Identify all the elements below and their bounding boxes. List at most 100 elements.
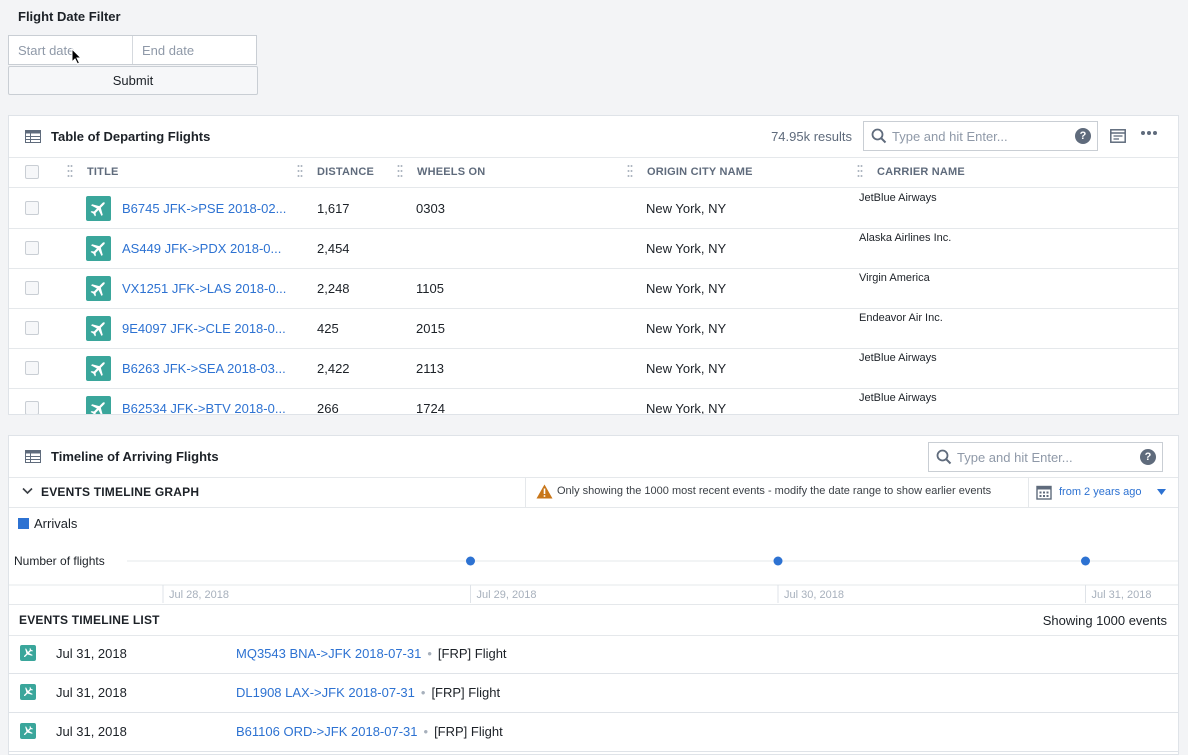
column-header-origin-city[interactable]: ORIGIN CITY NAME — [647, 166, 753, 178]
event-title[interactable]: B61106 ORD->JFK 2018-07-31 — [236, 724, 418, 739]
carrier-cell: Endeavor Air Inc. — [859, 312, 943, 324]
list-item[interactable]: Jul 31, 2018 MQ3543 BNA->JFK 2018-07-31 •… — [9, 635, 1178, 674]
table-row[interactable]: B6745 JFK->PSE 2018-02... 1,617 0303 New… — [9, 188, 1178, 229]
columns-icon[interactable] — [1110, 129, 1126, 143]
airplane-icon — [86, 316, 111, 341]
origin-city-cell: New York, NY — [646, 361, 727, 376]
events-count: Showing 1000 events — [1042, 613, 1167, 628]
airplane-icon — [86, 196, 111, 221]
wheels-on-cell: 2113 — [416, 361, 444, 376]
carrier-cell: JetBlue Airways — [859, 192, 937, 204]
airplane-icon — [86, 356, 111, 381]
legend-swatch — [18, 518, 29, 529]
search-icon — [871, 128, 887, 144]
event-title-link[interactable]: MQ3543 BNA->JFK 2018-07-31 • [FRP] Flight — [236, 646, 507, 661]
flight-title-link[interactable]: B62534 JFK->BTV 2018-0... — [122, 401, 286, 414]
carrier-cell: JetBlue Airways — [859, 392, 937, 404]
flight-title-link[interactable]: B6745 JFK->PSE 2018-02... — [122, 201, 286, 216]
list-item[interactable]: Jul 31, 2018 B61106 ORD->JFK 2018-07-31 •… — [9, 713, 1178, 752]
table-row[interactable]: 9E4097 JFK->CLE 2018-0... 425 2015 New Y… — [9, 308, 1178, 349]
date-range-inputs — [8, 35, 257, 65]
column-header-title[interactable]: TITLE — [87, 166, 119, 178]
departing-search-input[interactable] — [892, 122, 1065, 150]
row-checkbox[interactable] — [25, 281, 39, 295]
departing-search: ? — [863, 121, 1098, 151]
date-range-label[interactable]: from 2 years ago — [1059, 486, 1142, 498]
drag-handle-icon[interactable] — [397, 164, 403, 178]
events-list-title: EVENTS TIMELINE LIST — [19, 613, 160, 627]
airplane-icon — [20, 723, 36, 739]
timeline-point[interactable] — [773, 556, 783, 566]
event-type: [FRP] Flight — [437, 646, 507, 661]
distance-cell: 425 — [317, 321, 339, 336]
timeline-point[interactable] — [1081, 556, 1090, 566]
table-row[interactable]: VX1251 JFK->LAS 2018-0... 2,248 1105 New… — [9, 268, 1178, 309]
table-row[interactable]: B62534 JFK->BTV 2018-0... 266 1724 New Y… — [9, 388, 1178, 415]
chevron-down-icon[interactable] — [22, 487, 33, 495]
table-header: TITLE DISTANCE WHEELS ON ORIGIN CITY NAM… — [9, 157, 1178, 188]
table-row[interactable]: AS449 JFK->PDX 2018-0... 2,454 New York,… — [9, 228, 1178, 269]
caret-down-icon[interactable] — [1157, 489, 1166, 495]
filter-title: Flight Date Filter — [18, 9, 121, 24]
submit-button[interactable]: Submit — [8, 66, 258, 95]
flight-title-link[interactable]: 9E4097 JFK->CLE 2018-0... — [122, 321, 286, 336]
event-type: [FRP] Flight — [431, 685, 501, 700]
axis-tick-label: Jul 31, 2018 — [1092, 589, 1152, 601]
drag-handle-icon[interactable] — [297, 164, 303, 178]
end-date-input[interactable] — [133, 36, 256, 64]
arriving-header: Timeline of Arriving Flights ? — [9, 436, 1178, 478]
table-icon — [25, 450, 41, 463]
events-graph-title[interactable]: EVENTS TIMELINE GRAPH — [41, 485, 199, 499]
flight-title-link[interactable]: VX1251 JFK->LAS 2018-0... — [122, 281, 286, 296]
flight-title-link[interactable]: AS449 JFK->PDX 2018-0... — [122, 241, 281, 256]
timeline-point[interactable] — [466, 556, 475, 566]
select-all-checkbox[interactable] — [25, 165, 39, 179]
event-separator: • — [423, 724, 429, 739]
drag-handle-icon[interactable] — [67, 164, 73, 178]
row-checkbox[interactable] — [25, 321, 39, 335]
flight-title-link[interactable]: B6263 JFK->SEA 2018-03... — [122, 361, 286, 376]
event-title-link[interactable]: B61106 ORD->JFK 2018-07-31 • [FRP] Flight — [236, 724, 503, 739]
row-checkbox[interactable] — [25, 201, 39, 215]
events-graph-bar: EVENTS TIMELINE GRAPH Only showing the 1… — [9, 477, 1178, 508]
column-header-distance[interactable]: DISTANCE — [317, 166, 374, 178]
distance-cell: 266 — [317, 401, 339, 415]
carrier-cell: Alaska Airlines Inc. — [859, 232, 952, 244]
wheels-on-cell: 1105 — [416, 281, 444, 296]
table-row[interactable]: B6263 JFK->SEA 2018-03... 2,422 2113 New… — [9, 348, 1178, 389]
help-icon[interactable]: ? — [1140, 449, 1156, 465]
timeline-row-label: Number of flights — [14, 554, 105, 568]
distance-cell: 2,248 — [317, 281, 350, 296]
list-item[interactable]: Jul 31, 2018 DL1908 LAX->JFK 2018-07-31 •… — [9, 674, 1178, 713]
arriving-search-input[interactable] — [957, 443, 1130, 471]
airplane-icon — [86, 276, 111, 301]
event-date: Jul 31, 2018 — [56, 724, 127, 739]
carrier-cell: JetBlue Airways — [859, 352, 937, 364]
help-icon[interactable]: ? — [1075, 128, 1091, 144]
axis-tick-label: Jul 30, 2018 — [784, 589, 844, 601]
event-title-link[interactable]: DL1908 LAX->JFK 2018-07-31 • [FRP] Flight — [236, 685, 500, 700]
event-title[interactable]: DL1908 LAX->JFK 2018-07-31 — [236, 685, 415, 700]
drag-handle-icon[interactable] — [627, 164, 633, 178]
row-checkbox[interactable] — [25, 241, 39, 255]
event-type: [FRP] Flight — [434, 724, 503, 739]
distance-cell: 2,422 — [317, 361, 350, 376]
event-separator: • — [420, 685, 426, 700]
axis-tick-label: Jul 28, 2018 — [169, 589, 229, 601]
departing-title: Table of Departing Flights — [51, 129, 211, 144]
column-header-carrier[interactable]: CARRIER NAME — [877, 166, 965, 178]
airplane-icon — [20, 684, 36, 700]
drag-handle-icon[interactable] — [857, 164, 863, 178]
timeline-axis-ticks: Jul 28, 2018 Jul 29, 2018 Jul 30, 2018 Jul … — [162, 585, 1152, 603]
calendar-icon — [1036, 485, 1052, 500]
column-header-wheels-on[interactable]: WHEELS ON — [417, 166, 485, 178]
row-checkbox[interactable] — [25, 401, 39, 414]
wheels-on-cell: 2015 — [416, 321, 445, 336]
row-checkbox[interactable] — [25, 361, 39, 375]
table-icon — [25, 130, 41, 143]
distance-cell: 2,454 — [317, 241, 350, 256]
origin-city-cell: New York, NY — [646, 281, 727, 296]
event-title[interactable]: MQ3543 BNA->JFK 2018-07-31 — [236, 646, 421, 661]
more-options-icon[interactable] — [1140, 130, 1158, 136]
airplane-icon — [86, 236, 111, 261]
